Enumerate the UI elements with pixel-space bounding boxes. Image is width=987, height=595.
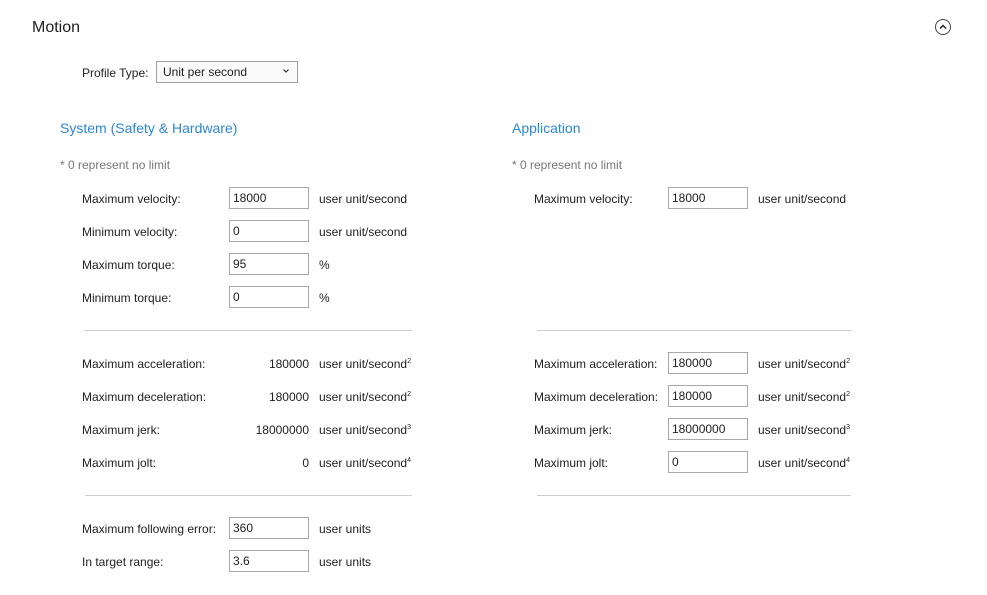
system-max-deceleration-label: Maximum deceleration: (82, 390, 207, 404)
system-divider-1 (85, 330, 412, 331)
app-max-jolt-input[interactable] (668, 451, 748, 473)
system-max-velocity-input[interactable] (229, 187, 309, 209)
app-max-deceleration-input[interactable] (668, 385, 748, 407)
profile-type-label: Profile Type: (82, 66, 149, 80)
system-max-torque-input[interactable] (229, 253, 309, 275)
system-max-deceleration-value: 180000 (268, 390, 309, 404)
system-in-target-range-unit: user units (319, 555, 372, 569)
system-in-target-range-label: In target range: (82, 555, 164, 569)
system-min-torque-label: Minimum torque: (82, 291, 172, 305)
system-min-velocity-unit: user unit/second (319, 225, 408, 239)
system-max-torque-unit: % (319, 258, 330, 272)
system-min-torque-unit: % (319, 291, 330, 305)
profile-type-value: Unit per second (163, 65, 248, 79)
app-max-deceleration-label: Maximum deceleration: (534, 390, 659, 404)
system-max-torque-label: Maximum torque: (82, 258, 175, 272)
chevron-up-icon (939, 24, 947, 30)
system-max-velocity-unit: user unit/second (319, 192, 408, 206)
app-max-jerk-input[interactable] (668, 418, 748, 440)
system-min-torque-input[interactable] (229, 286, 309, 308)
system-group-title: System (Safety & Hardware) (60, 120, 238, 136)
system-max-velocity-label: Maximum velocity: (82, 192, 181, 206)
system-note: * 0 represent no limit (60, 158, 171, 172)
application-group-title: Application (512, 120, 581, 136)
app-max-acceleration-unit: user unit/second2 (758, 357, 850, 371)
application-note: * 0 represent no limit (512, 158, 623, 172)
app-max-acceleration-label: Maximum acceleration: (534, 357, 658, 371)
system-max-following-error-label: Maximum following error: (82, 522, 217, 536)
app-max-velocity-label: Maximum velocity: (534, 192, 633, 206)
app-max-deceleration-unit: user unit/second2 (758, 390, 850, 404)
app-max-jerk-unit: user unit/second3 (758, 423, 850, 437)
system-max-acceleration-value: 180000 (268, 357, 309, 371)
app-max-velocity-unit: user unit/second (758, 192, 847, 206)
system-min-velocity-label: Minimum velocity: (82, 225, 178, 239)
collapse-button[interactable] (935, 19, 951, 35)
profile-type-select[interactable]: Unit per second (156, 61, 298, 83)
app-max-velocity-input[interactable] (668, 187, 748, 209)
app-max-acceleration-input[interactable] (668, 352, 748, 374)
system-max-jerk-label: Maximum jerk: (82, 423, 161, 437)
system-in-target-range-input[interactable] (229, 550, 309, 572)
system-max-following-error-input[interactable] (229, 517, 309, 539)
app-max-jolt-label: Maximum jolt: (534, 456, 609, 470)
system-max-acceleration-unit: user unit/second2 (319, 357, 411, 371)
app-max-jerk-label: Maximum jerk: (534, 423, 613, 437)
system-max-jerk-unit: user unit/second3 (319, 423, 411, 437)
system-max-jerk-value: 18000000 (255, 423, 309, 437)
system-max-acceleration-label: Maximum acceleration: (82, 357, 206, 371)
application-divider-1 (537, 330, 851, 331)
system-max-jolt-unit: user unit/second4 (319, 456, 411, 470)
section-title: Motion (32, 19, 81, 36)
system-max-following-error-unit: user units (319, 522, 372, 536)
system-divider-2 (85, 495, 412, 496)
application-divider-2 (537, 495, 851, 496)
system-max-jolt-value: 0 (302, 456, 309, 470)
system-max-deceleration-unit: user unit/second2 (319, 390, 411, 404)
app-max-jolt-unit: user unit/second4 (758, 456, 850, 470)
system-min-velocity-input[interactable] (229, 220, 309, 242)
chevron-down-icon (283, 69, 289, 73)
system-max-jolt-label: Maximum jolt: (82, 456, 157, 470)
